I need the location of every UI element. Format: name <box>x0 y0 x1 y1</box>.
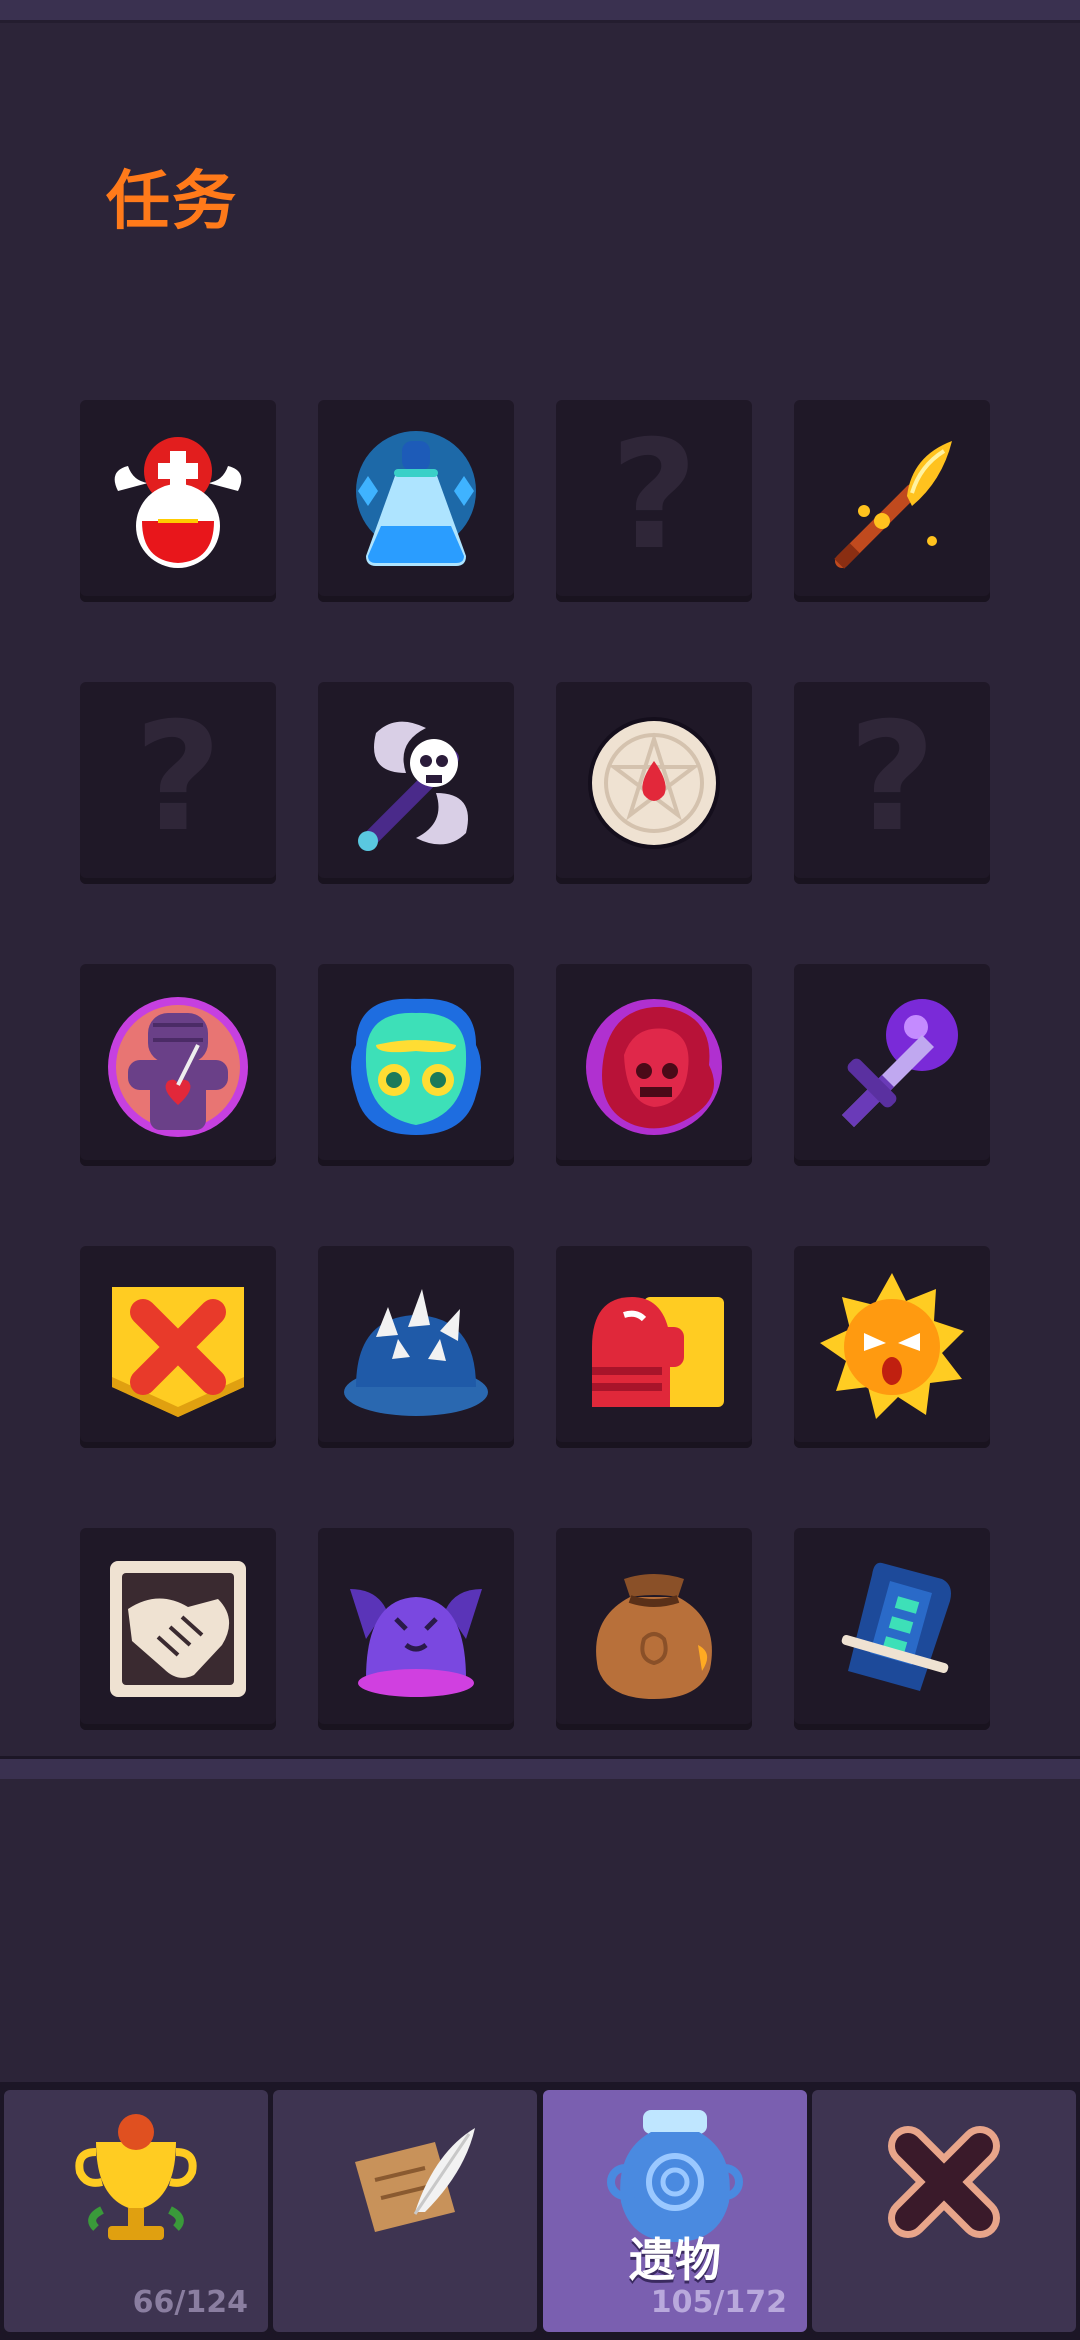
quill-scroll-icon <box>355 2128 475 2232</box>
relic-slot[interactable] <box>556 1246 752 1448</box>
relic-slot[interactable] <box>794 400 990 602</box>
leather-sack-icon <box>596 1574 712 1699</box>
spirit-mask-icon <box>351 998 481 1135</box>
handshake-card-icon <box>110 1561 246 1697</box>
red-reaper-icon <box>586 999 722 1135</box>
unknown-relic-icon: ? <box>610 409 698 583</box>
relic-slot[interactable] <box>318 400 514 602</box>
relic-slot[interactable] <box>556 1528 752 1730</box>
relic-slot[interactable] <box>794 964 990 1166</box>
relic-slot[interactable] <box>556 964 752 1166</box>
blue-tombstone-icon <box>841 1562 951 1691</box>
purple-demon-hat-icon <box>350 1589 482 1697</box>
tab-relics-label: 遗物 <box>629 2233 721 2287</box>
voodoo-doll-icon <box>108 997 248 1137</box>
blue-mana-potion-icon <box>356 431 476 566</box>
spiked-helmet-icon <box>344 1289 488 1416</box>
top-strip <box>0 0 1080 23</box>
pentagram-disc-icon <box>588 717 720 849</box>
close-button[interactable] <box>812 2090 1076 2332</box>
relic-slot[interactable] <box>80 400 276 602</box>
bottom-tab-bar: 66/124 遗物 105/172 <box>0 2082 1080 2340</box>
relic-slot[interactable] <box>318 964 514 1166</box>
relics-count: 105/172 <box>650 2285 787 2320</box>
relic-slot-locked[interactable]: ? <box>794 682 990 884</box>
golden-spear-icon <box>834 441 952 569</box>
relic-slot[interactable] <box>80 1246 276 1448</box>
relic-slot[interactable] <box>318 1246 514 1448</box>
trophy-icon <box>75 2114 197 2240</box>
relic-slot[interactable] <box>794 1246 990 1448</box>
tab-trophies[interactable]: 66/124 <box>4 2090 268 2332</box>
angry-sun-icon <box>820 1273 964 1419</box>
relic-slot[interactable] <box>318 682 514 884</box>
purple-sword-orb-icon <box>842 999 958 1127</box>
winged-heart-potion-icon <box>114 437 242 568</box>
empty-panel <box>0 1779 1080 2085</box>
tab-relics[interactable]: 遗物 105/172 <box>543 2090 807 2332</box>
skull-battle-axe-icon <box>358 721 468 851</box>
trophies-count: 66/124 <box>132 2285 248 2320</box>
unknown-relic-icon: ? <box>848 691 936 865</box>
relic-slot[interactable] <box>318 1528 514 1730</box>
cross-shield-icon <box>112 1287 244 1417</box>
relic-slot[interactable] <box>794 1528 990 1730</box>
relic-slot[interactable] <box>80 1528 276 1730</box>
close-icon <box>888 2126 1000 2238</box>
relic-slot-locked[interactable]: ? <box>80 682 276 884</box>
relic-slot-locked[interactable]: ? <box>556 400 752 602</box>
tab-quests[interactable] <box>273 2090 537 2332</box>
unknown-relic-icon: ? <box>134 691 222 865</box>
relic-slot[interactable] <box>80 964 276 1166</box>
red-fist-icon <box>592 1297 724 1407</box>
screen-title: 任务 <box>106 165 238 239</box>
relic-slot[interactable] <box>556 682 752 884</box>
